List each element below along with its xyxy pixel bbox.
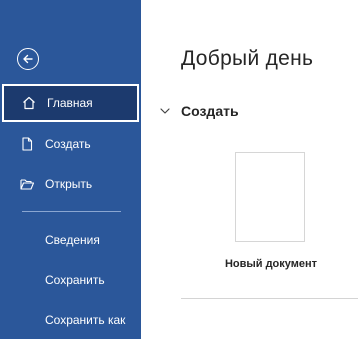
sidebar-item-save[interactable]: Сохранить — [2, 261, 139, 299]
new-document-icon — [18, 135, 36, 153]
back-button[interactable] — [17, 48, 39, 70]
chevron-down-icon — [159, 105, 171, 117]
sidebar-item-open[interactable]: Открыть — [2, 165, 139, 203]
sidebar-item-label: Создать — [45, 137, 91, 151]
sidebar-divider — [22, 211, 121, 212]
backstage-main: Добрый день Создать Новый документ — [141, 0, 358, 339]
blank-document-thumbnail[interactable] — [235, 152, 305, 242]
sidebar-item-new[interactable]: Создать — [2, 125, 139, 163]
template-label[interactable]: Новый документ — [201, 258, 341, 270]
sidebar-item-save-as[interactable]: Сохранить как — [2, 301, 139, 339]
sidebar-item-home[interactable]: Главная — [2, 84, 139, 122]
home-icon — [20, 94, 38, 112]
section-divider — [181, 298, 358, 299]
backstage-sidebar: Главная Создать Открыть Сведения Сохрани… — [0, 0, 141, 339]
sidebar-item-label: Сохранить как — [45, 313, 126, 327]
arrow-left-icon — [23, 54, 33, 64]
sidebar-item-info[interactable]: Сведения — [2, 221, 139, 259]
sidebar-item-label: Открыть — [45, 177, 93, 191]
page-title: Добрый день — [181, 47, 314, 70]
section-toggle-create[interactable]: Создать — [159, 100, 239, 122]
folder-open-icon — [18, 175, 36, 193]
sidebar-item-label: Сохранить — [45, 273, 105, 287]
section-title: Создать — [181, 103, 239, 119]
sidebar-item-label: Главная — [47, 96, 93, 110]
sidebar-item-label: Сведения — [45, 233, 100, 247]
